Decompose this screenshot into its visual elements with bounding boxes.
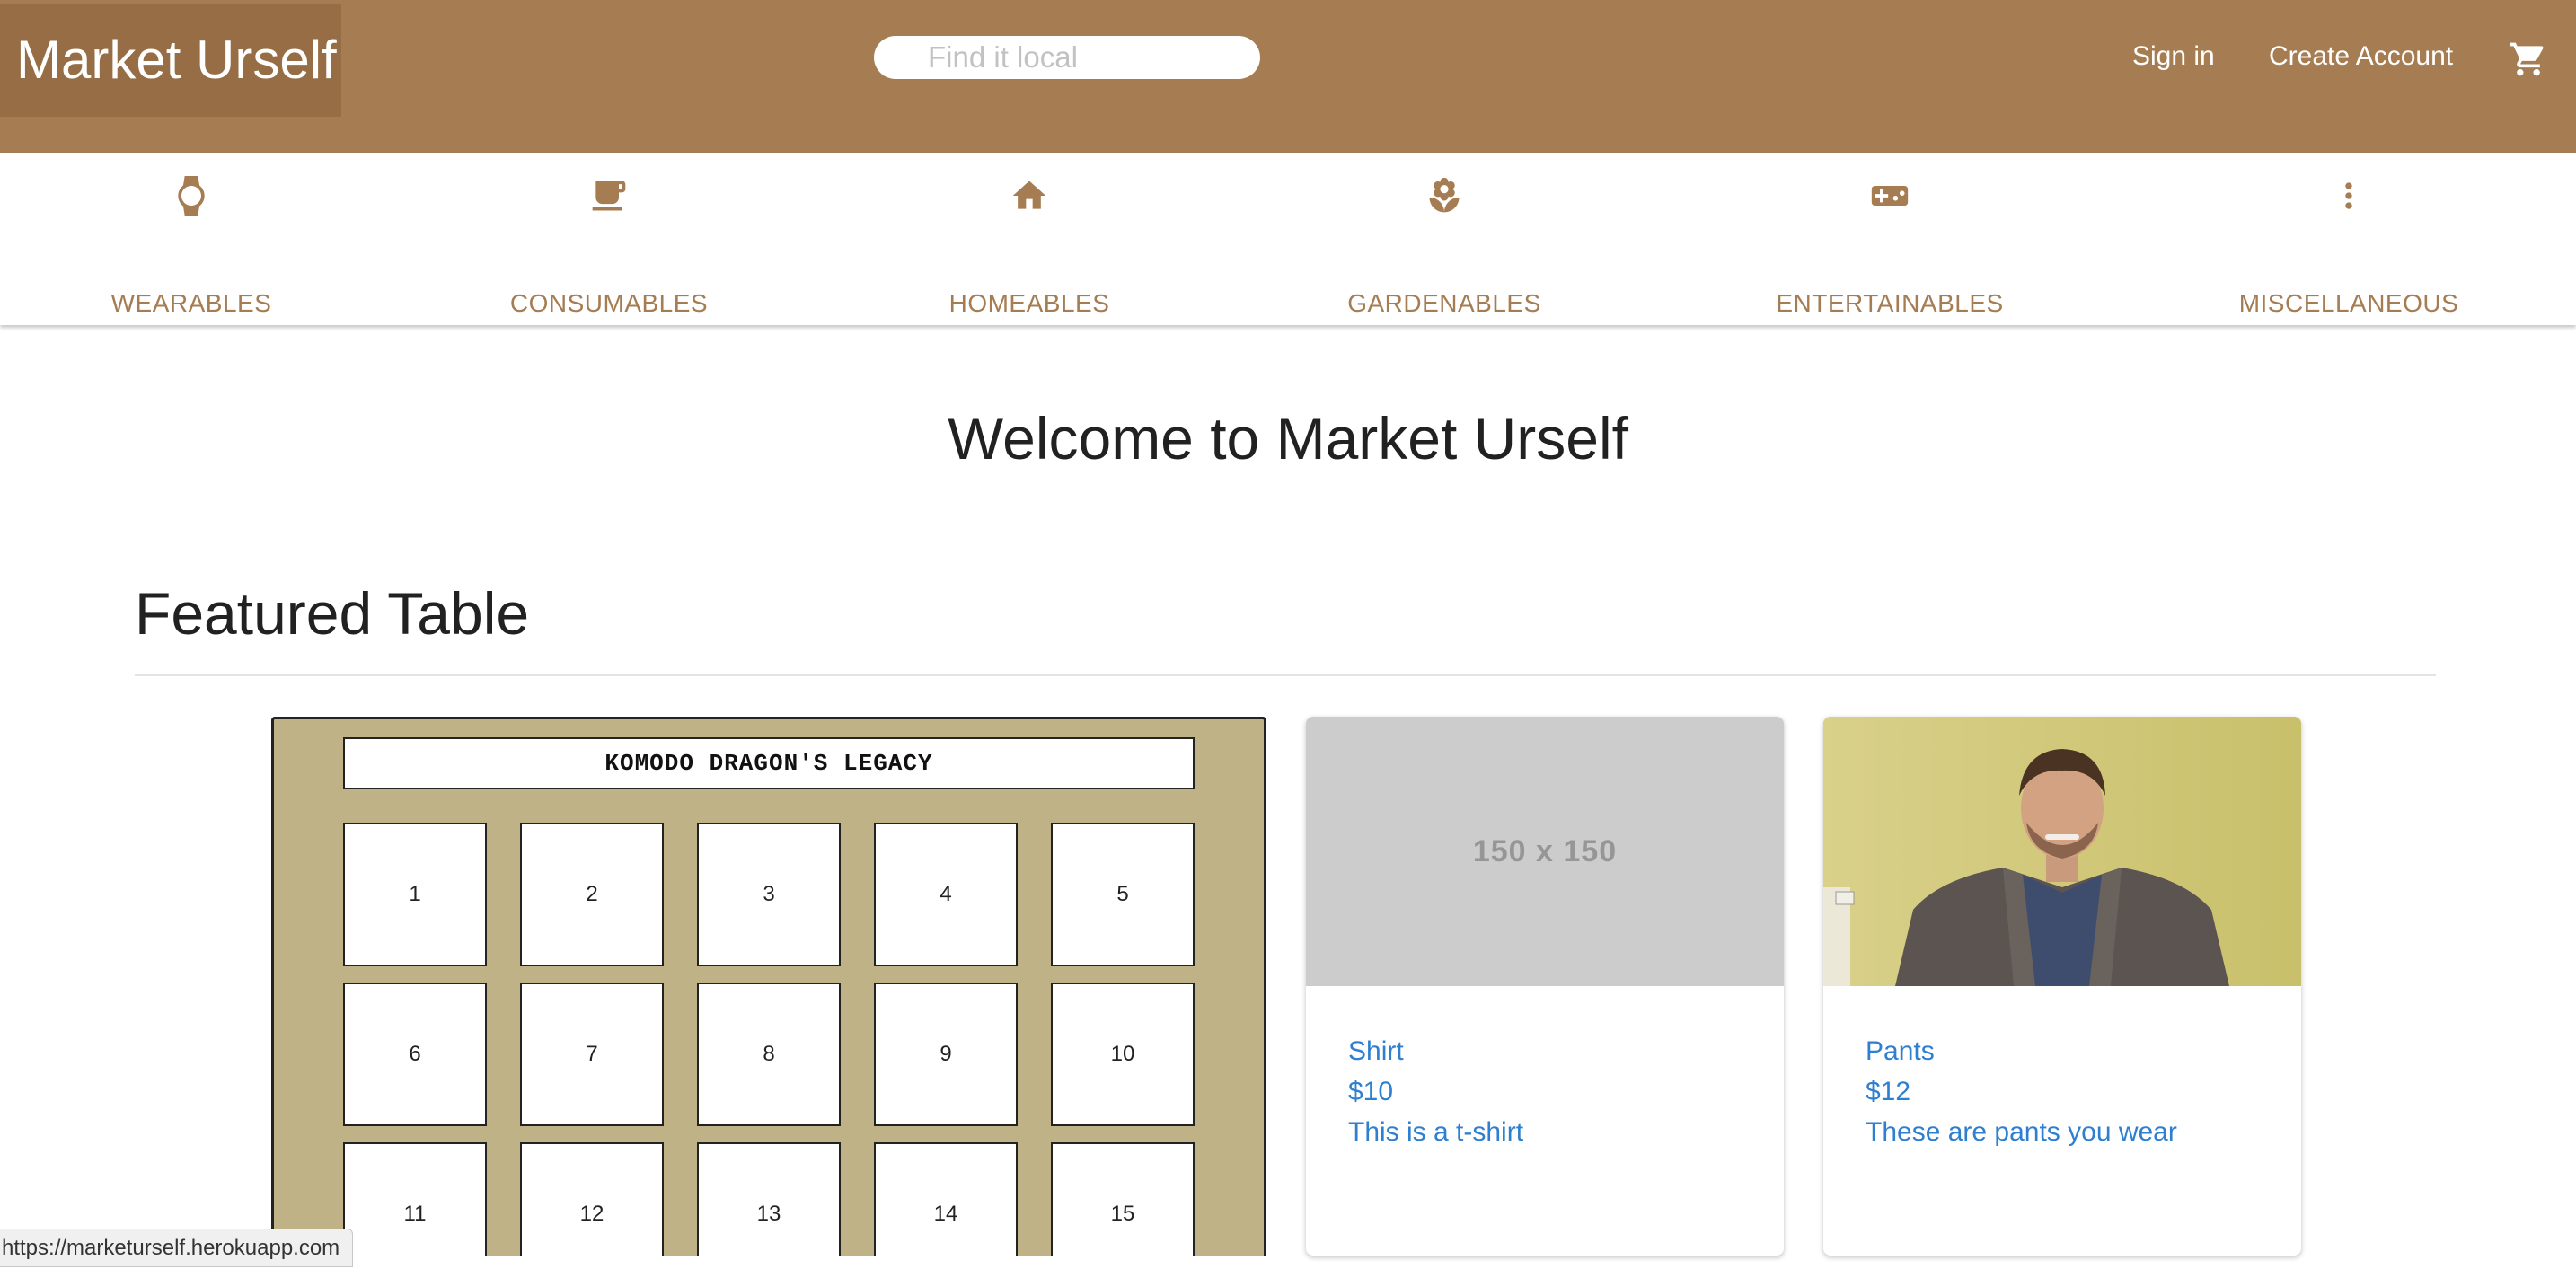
product-card-pants[interactable]: Pants $12 These are pants you wear	[1823, 717, 2301, 1256]
product-name[interactable]: Shirt	[1348, 1031, 1523, 1071]
more-vertical-icon	[2345, 182, 2352, 209]
product-name[interactable]: Pants	[1866, 1031, 2177, 1071]
shopping-cart-icon[interactable]	[2509, 40, 2548, 79]
product-description: These are pants you wear	[1866, 1117, 2177, 1147]
board-tile[interactable]: 1	[343, 823, 487, 966]
category-gardenables[interactable]: GARDENABLES	[1274, 176, 1615, 317]
board-tile[interactable]: 12	[520, 1142, 664, 1256]
board-tile[interactable]: 13	[697, 1142, 841, 1256]
board-tile[interactable]: 15	[1051, 1142, 1195, 1256]
sign-in-link[interactable]: Sign in	[2132, 41, 2215, 72]
category-nav: WEARABLES CONSUMABLES HOMEABLES GARDENAB…	[0, 153, 2576, 325]
featured-title: Featured Table	[135, 580, 530, 647]
board-tile[interactable]: 8	[697, 983, 841, 1126]
board-tile[interactable]: 3	[697, 823, 841, 966]
featured-game-board[interactable]: KOMODO DRAGON'S LEGACY 1 2 3 4 5 6 7 8 9…	[271, 717, 1266, 1256]
category-miscellaneous[interactable]: MISCELLANEOUS	[2178, 176, 2519, 317]
product-price: $10	[1348, 1077, 1394, 1106]
product-card-shirt[interactable]: 150 x 150 Shirt $10 This is a t-shirt	[1306, 717, 1784, 1256]
category-homeables[interactable]: HOMEABLES	[859, 176, 1200, 317]
board-title: KOMODO DRAGON'S LEGACY	[343, 737, 1195, 789]
board-tile[interactable]: 6	[343, 983, 487, 1126]
category-consumables[interactable]: CONSUMABLES	[438, 176, 780, 317]
board-tile[interactable]: 10	[1051, 983, 1195, 1126]
category-label: GARDENABLES	[1347, 289, 1541, 317]
category-wearables[interactable]: WEARABLES	[21, 176, 362, 317]
person-photo-illustration	[1823, 717, 2301, 986]
product-photo	[1823, 717, 2301, 986]
cup-icon	[592, 181, 626, 211]
product-description: This is a t-shirt	[1348, 1117, 1524, 1147]
site-logo[interactable]: Market Urself	[16, 29, 337, 91]
board-tile[interactable]: 11	[343, 1142, 487, 1256]
create-account-link[interactable]: Create Account	[2269, 41, 2453, 72]
flower-icon	[1429, 177, 1460, 213]
category-entertainables[interactable]: ENTERTAINABLES	[1719, 176, 2060, 317]
product-image-placeholder: 150 x 150	[1306, 717, 1784, 986]
product-price: $12	[1866, 1077, 1911, 1106]
board-tile[interactable]: 5	[1051, 823, 1195, 966]
product-info: Shirt $10 This is a t-shirt	[1348, 1031, 1523, 1152]
board-tile[interactable]: 4	[874, 823, 1018, 966]
category-label: WEARABLES	[110, 289, 272, 317]
section-divider	[135, 674, 2436, 676]
welcome-heading: Welcome to Market Urself	[948, 405, 1628, 471]
category-label: HOMEABLES	[948, 289, 1110, 317]
home-icon	[1012, 181, 1046, 209]
gamepad-icon	[1871, 186, 1909, 206]
board-tile[interactable]: 2	[520, 823, 664, 966]
board-tile[interactable]: 7	[520, 983, 664, 1126]
board-tile[interactable]: 14	[874, 1142, 1018, 1256]
watch-icon	[178, 176, 205, 216]
product-info: Pants $12 These are pants you wear	[1866, 1031, 2177, 1152]
category-label: ENTERTAINABLES	[1776, 289, 2004, 317]
search-input[interactable]	[874, 36, 1260, 79]
logo-container[interactable]: Market Urself	[0, 4, 341, 117]
category-label: CONSUMABLES	[509, 289, 709, 317]
category-label: MISCELLANEOUS	[2238, 289, 2459, 317]
board-tile[interactable]: 9	[874, 983, 1018, 1126]
app-header: Market Urself Sign in Create Account	[0, 0, 2576, 153]
link-status-bar: https://marketurself.herokuapp.com	[0, 1229, 354, 1267]
